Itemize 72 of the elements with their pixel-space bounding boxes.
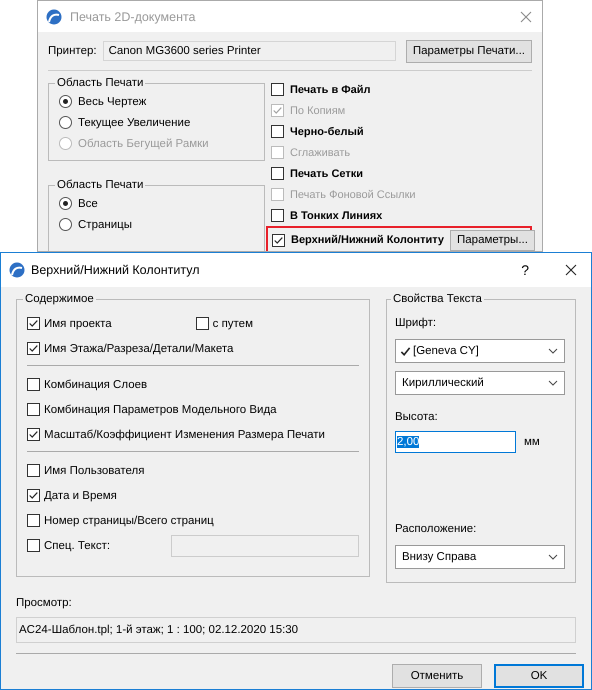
checkbox-label: Верхний/Нижний Колонтиту [291, 234, 444, 246]
help-button[interactable]: ? [521, 262, 529, 278]
radio-label: Весь Чертеж [78, 96, 146, 108]
radio-label: Текущее Увеличение [78, 116, 190, 128]
printer-field: Canon MG3600 series Printer [102, 41, 396, 61]
checkbox[interactable] [27, 539, 40, 552]
position-dropdown[interactable]: Внизу Справа [395, 545, 565, 569]
position-label: Расположение: [395, 523, 478, 537]
height-label: Высота: [395, 411, 439, 425]
window-title: Верхний/Нижний Колонтитул [31, 263, 200, 277]
printer-label: Принтер: [48, 45, 97, 57]
preview-label: Просмотр: [16, 597, 73, 611]
checkbox-label: По Копиям [290, 104, 346, 116]
print-settings-button[interactable]: Параметры Печати... [406, 40, 532, 62]
checkbox[interactable] [27, 403, 40, 416]
checkbox-label: Имя Этажа/Разреза/Детали/Макета [44, 342, 234, 354]
checkbox-label: Масштаб/Коэффициент Изменения Размера Печати [44, 428, 325, 440]
checkbox-label: В Тонких Линиях [290, 210, 382, 222]
checkbox[interactable] [27, 378, 40, 391]
preview-field: AC24-Шаблон.tpl; 1-й этаж; 1 : 100; 02.12.2020 15:30 [16, 617, 576, 643]
checkbox[interactable] [196, 317, 209, 330]
checkbox[interactable] [271, 83, 284, 96]
font-dropdown[interactable]: [Geneva CY] [395, 339, 565, 363]
checkbox[interactable] [271, 167, 284, 180]
radio-button[interactable] [59, 218, 72, 231]
group-title: Содержимое [24, 293, 95, 305]
checkbox-label: Печать в Файл [290, 84, 371, 96]
app-logo-icon [9, 262, 25, 278]
app-logo-icon [46, 8, 62, 24]
checkbox-label: Номер страницы/Всего страниц [44, 514, 214, 526]
checkbox[interactable] [27, 317, 40, 330]
charset-dropdown[interactable]: Кириллический [395, 371, 565, 395]
radio-label: Все [78, 198, 98, 210]
checkbox-label: Черно-белый [290, 126, 364, 138]
checkbox-label: Имя проекта [44, 318, 112, 330]
checkbox[interactable] [27, 489, 40, 502]
window-title: Печать 2D-документа [70, 10, 197, 24]
dialog-button[interactable]: OK [494, 664, 584, 688]
group-title: Область Печати [56, 77, 144, 89]
checkbox-label: Имя Пользователя [44, 464, 144, 476]
text-field[interactable] [171, 534, 359, 556]
checkbox[interactable] [271, 125, 284, 138]
checkbox-label: Печать Фоновой Ссылки [290, 188, 416, 200]
chevron-icon [548, 554, 558, 560]
chevron-icon [548, 348, 558, 354]
checkbox[interactable] [27, 464, 40, 477]
radio-label: Страницы [78, 218, 132, 230]
font-label: Шрифт: [395, 317, 438, 331]
radio-button[interactable] [59, 197, 72, 210]
parameters-button[interactable]: Параметры... [450, 230, 535, 250]
checkbox-label: Дата и Время [44, 490, 117, 502]
checkbox[interactable] [271, 209, 284, 222]
radio-label: Область Бегущей Рамки [78, 138, 209, 150]
chevron-icon [548, 380, 558, 386]
group-title: Свойства Текста [392, 293, 483, 305]
checkbox[interactable] [27, 514, 40, 527]
unit-label: мм [524, 436, 540, 448]
height-field[interactable]: 2,00 [395, 431, 516, 453]
radio-button[interactable] [59, 116, 72, 129]
checkbox-label: Спец. Текст: [44, 540, 110, 552]
checkbox-label: с путем [212, 318, 253, 330]
checkbox-label: Печать Сетки [290, 168, 364, 180]
checkbox-label: Комбинация Параметров Модельного Вида [44, 404, 277, 416]
checkbox[interactable] [272, 234, 285, 246]
checkbox[interactable] [27, 342, 40, 355]
radio-button[interactable] [59, 95, 72, 108]
dialog-button[interactable]: Отменить [392, 664, 482, 688]
close-icon[interactable] [565, 264, 577, 276]
checkbox[interactable] [27, 428, 40, 441]
group-title: Область Печати [56, 179, 144, 191]
checkbox-label: Сглаживать [290, 146, 350, 158]
checkbox-label: Комбинация Слоев [44, 378, 148, 390]
